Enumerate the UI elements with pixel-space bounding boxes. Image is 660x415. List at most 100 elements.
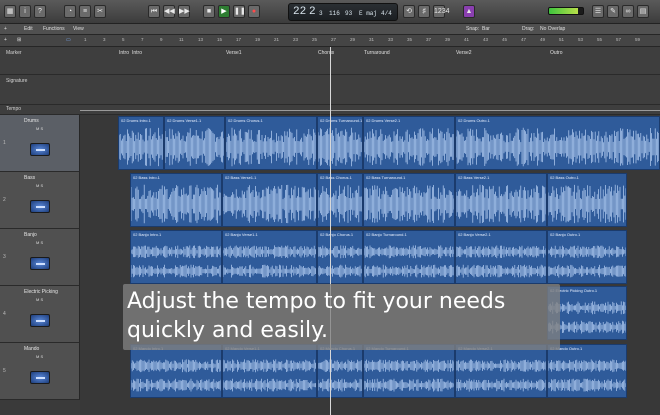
audio-region[interactable]: 02 Drums Intro.1 — [118, 116, 164, 170]
cycle-icon[interactable]: ⟲ — [403, 5, 415, 18]
catch-icon[interactable]: ▭ — [66, 37, 71, 43]
rewind-to-start-button[interactable]: ⏮ — [148, 5, 160, 18]
track-name: Mando — [24, 346, 40, 352]
waveform — [119, 127, 163, 167]
audio-region[interactable]: 02 Bass Verse1.1 — [222, 173, 317, 227]
ruler-number: 5 — [122, 37, 125, 42]
browser-icon[interactable]: ▤ — [637, 5, 649, 18]
audio-region[interactable]: 02 Bass Outro.1 — [547, 173, 627, 227]
marker-turnaround[interactable]: Turnaround — [364, 50, 390, 56]
add-track-icon[interactable]: + — [4, 26, 7, 32]
audio-region[interactable]: 02 Banjo Chorus.1 — [317, 230, 363, 284]
play-button[interactable]: ▶ — [218, 5, 230, 18]
loop-browser-icon[interactable]: ∞ — [622, 5, 634, 18]
audio-region[interactable]: 02 Banjo Verse2.1 — [455, 230, 547, 284]
marker-intro-a[interactable]: Intro — [119, 50, 129, 56]
waveform-path — [131, 184, 221, 224]
marker-verse2[interactable]: Verse2 — [456, 50, 472, 56]
functions-menu[interactable]: Functions — [43, 26, 65, 32]
audio-region[interactable]: 02 Bass Verse2.1 — [455, 173, 547, 227]
mute-solo-buttons[interactable]: M S — [36, 126, 43, 131]
notepad-icon[interactable]: ✎ — [607, 5, 619, 18]
region-name: 02 Bass Verse2.1 — [458, 175, 490, 180]
audio-region[interactable]: 02 Mando Turnaround.1 — [363, 344, 455, 398]
region-name: 02 Banjo Chorus.1 — [320, 232, 354, 237]
drag-label: Drag: — [522, 26, 535, 32]
waveform — [318, 359, 362, 392]
marker-intro-b[interactable]: Intro — [132, 50, 142, 56]
stop-button[interactable]: ■ — [203, 5, 215, 18]
waveform-path — [456, 245, 546, 278]
smart-controls-icon[interactable]: ◔ — [64, 5, 76, 18]
drag-select[interactable]: No Overlap — [540, 26, 565, 32]
info-icon[interactable]: i — [19, 5, 31, 18]
audio-region[interactable]: 02 Banjo Verse1.1 — [222, 230, 317, 284]
track-header-mando[interactable]: 5 Mando M S — [0, 343, 80, 400]
ruler-number: 59 — [635, 37, 641, 42]
track-header-bass[interactable]: 2 Bass M S — [0, 172, 80, 229]
audio-region[interactable]: 02 Mando Outro.1 — [547, 344, 627, 398]
audio-region[interactable]: 02 Drums Outro.1 — [455, 116, 660, 170]
waveform — [131, 184, 221, 224]
audio-region[interactable]: 02 Drums Chorus.1 — [225, 116, 317, 170]
ruler-number: 9 — [160, 37, 163, 42]
marker-chorus[interactable]: Chorus — [318, 50, 334, 56]
snap-select[interactable]: Bar — [482, 26, 490, 32]
audio-region[interactable]: 02 Mando Verse2.1 — [455, 344, 547, 398]
editors-icon[interactable]: ✂ — [94, 5, 106, 18]
track-number: 3 — [3, 254, 6, 260]
audio-region[interactable]: 02 Mando Intro.1 — [130, 344, 222, 398]
mandolin-icon — [30, 371, 50, 384]
rewind-button[interactable]: ◀◀ — [163, 5, 175, 18]
track-header-drums[interactable]: 1 Drums M S — [0, 115, 80, 172]
count-in-icon[interactable]: 1234 — [433, 5, 450, 18]
metronome-icon[interactable]: ▲ — [463, 5, 475, 18]
fast-forward-button[interactable]: ▶▶ — [178, 5, 190, 18]
marker-outro[interactable]: Outro — [550, 50, 563, 56]
ruler-number: 53 — [578, 37, 584, 42]
master-volume-meter[interactable] — [548, 7, 584, 15]
audio-region[interactable]: 02 Bass Intro.1 — [130, 173, 222, 227]
audio-region[interactable]: 02 Banjo Turnaround.1 — [363, 230, 455, 284]
library-icon[interactable]: ▦ — [4, 5, 16, 18]
waveform-path — [318, 359, 362, 392]
mixer-icon[interactable]: ≡ — [79, 5, 91, 18]
list-editors-icon[interactable]: ☰ — [592, 5, 604, 18]
mute-solo-buttons[interactable]: M S — [36, 183, 43, 188]
view-menu[interactable]: View — [73, 26, 84, 32]
marker-verse1[interactable]: Verse1 — [226, 50, 242, 56]
pause-button[interactable]: ❚❚ — [233, 5, 246, 18]
record-button[interactable]: ● — [248, 5, 260, 18]
mute-solo-buttons[interactable]: M S — [36, 354, 43, 359]
audio-region[interactable]: 02 Banjo Intro.1 — [130, 230, 222, 284]
group-icon[interactable]: ⊞ — [17, 37, 21, 43]
tempo-line[interactable] — [80, 110, 660, 111]
ruler-number: 17 — [236, 37, 242, 42]
waveform — [456, 127, 659, 167]
track-header-electric-picking[interactable]: 4 Electric Picking M S — [0, 286, 80, 343]
help-icon[interactable]: ? — [34, 5, 46, 18]
audio-region[interactable]: 02 Banjo Outro.1 — [547, 230, 627, 284]
playhead[interactable] — [330, 47, 331, 415]
waveform — [318, 185, 362, 223]
ruler-number: 43 — [483, 37, 489, 42]
track-number: 2 — [3, 197, 6, 203]
add-track-plus-icon[interactable]: + — [4, 37, 7, 43]
region-name: 02 Drums Turnaround.1 — [320, 118, 363, 123]
edit-menu[interactable]: Edit — [24, 26, 33, 32]
tuner-icon[interactable]: ♯ — [418, 5, 430, 18]
audio-region[interactable]: 02 Bass Chorus.1 — [317, 173, 363, 227]
audio-region[interactable]: 02 Drums Turnaround.1 — [317, 116, 363, 170]
waveform — [456, 245, 546, 278]
track-header-banjo[interactable]: 3 Banjo M S — [0, 229, 80, 286]
audio-region[interactable]: 02 Drums Verse2.1 — [363, 116, 455, 170]
mute-solo-buttons[interactable]: M S — [36, 297, 43, 302]
audio-region[interactable]: 02 Drums Verse1.1 — [164, 116, 225, 170]
bar-ruler[interactable]: + ⊞ ▭ 1 3 5 7 9 11 13 15 17 19 21 23 25 27 29 31 33 35 37 3… — [0, 35, 660, 47]
ruler-number: 19 — [255, 37, 261, 42]
audio-region[interactable]: 02 Mando Verse1.1 — [222, 344, 317, 398]
audio-region[interactable]: 02 Mando Chorus.1 — [317, 344, 363, 398]
audio-region[interactable]: 02 Bass Turnaround.1 — [363, 173, 455, 227]
mute-solo-buttons[interactable]: M S — [36, 240, 43, 245]
lcd-display[interactable]: 22 2 3 116 93 E maj 4/4 — [288, 3, 398, 21]
